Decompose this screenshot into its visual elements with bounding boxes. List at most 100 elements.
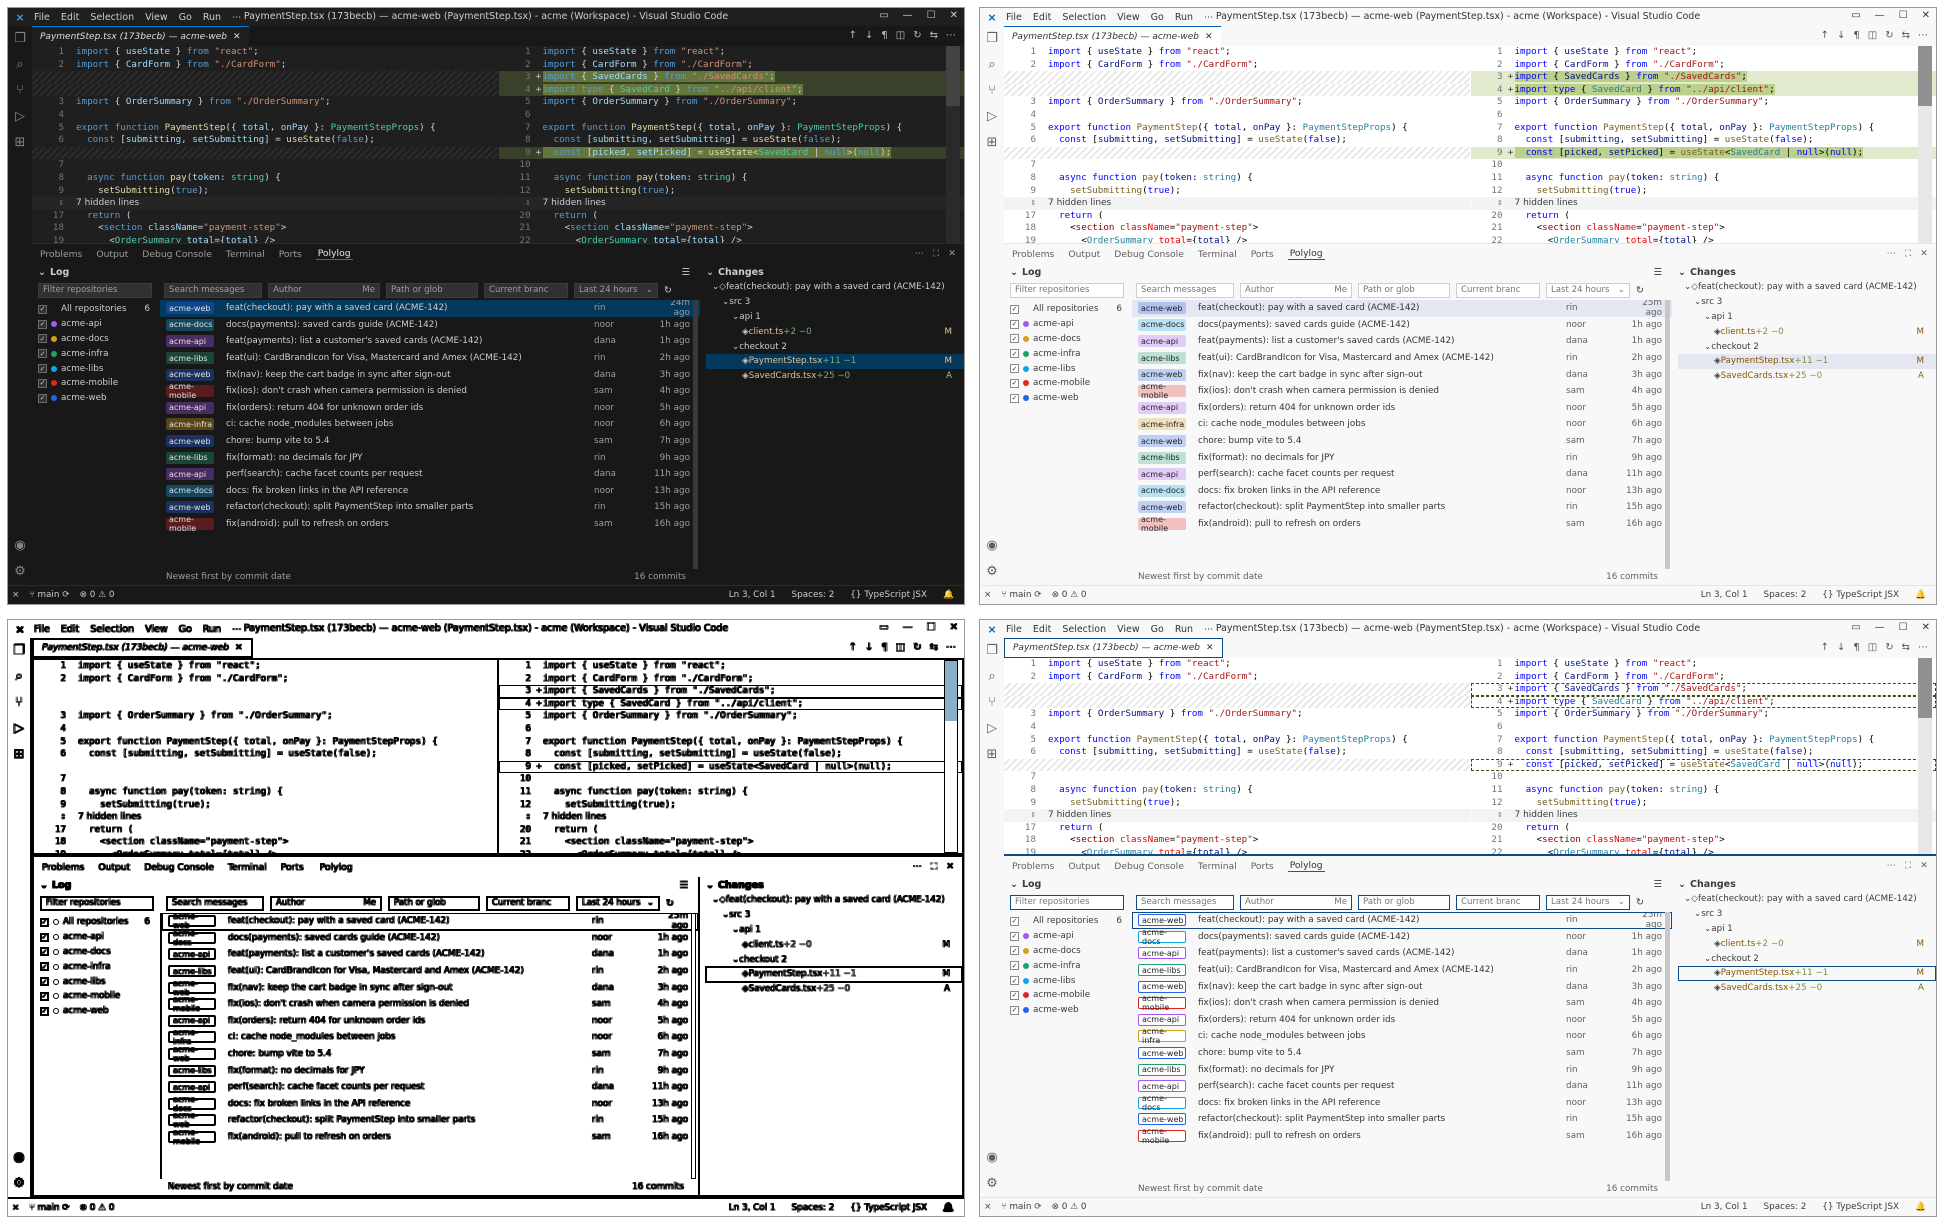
panel-tab-ports[interactable]: Ports	[281, 862, 304, 873]
code-line[interactable]: 19 <OrderSummary total={total} />	[32, 235, 498, 243]
panel-tab-terminal[interactable]: Terminal	[1198, 249, 1237, 260]
code-line[interactable]: 8 async function pay(token: string) {	[1004, 172, 1470, 185]
inline-view-icon[interactable]: ◫	[896, 30, 905, 41]
time-range-select[interactable]: Last 24 hours ⌄	[574, 282, 658, 298]
commit-row[interactable]: acme-mobile fix(ios): don't crash when ca…	[1132, 382, 1672, 400]
code-line[interactable]: 4 + import type { SavedCard } from "../api…	[498, 83, 964, 97]
diff-original-pane[interactable]: 1 import { useState } from "react"; 2 impor…	[32, 46, 498, 243]
panel-tab-debug-console[interactable]: Debug Console	[144, 862, 214, 873]
source-control-icon[interactable]: ⑂	[988, 696, 996, 710]
hidden-lines-toggle[interactable]: ⇕ 7 hidden lines	[1004, 197, 1470, 210]
changes-header[interactable]: ⌄ Changes	[706, 877, 962, 893]
code-line[interactable]: 7 export function PaymentStep({ total, on…	[499, 122, 965, 135]
changed-file-item[interactable]: ◈ SavedCards.tsx +25 −0 A	[706, 369, 964, 384]
code-line[interactable]: 10	[1471, 771, 1937, 784]
code-line[interactable]: 5 export function PaymentStep({ total, on…	[1004, 734, 1470, 747]
close-icon[interactable]: ✕	[950, 10, 958, 21]
code-line[interactable]: 4 + import type { SavedCard } from "../api…	[1470, 83, 1936, 97]
checkbox-checked-icon[interactable]: ✓	[1010, 334, 1019, 344]
run-debug-icon[interactable]: ▷	[15, 110, 25, 124]
menu-item[interactable]: Selection	[1062, 624, 1106, 635]
code-line[interactable]: 20 return (	[499, 210, 965, 223]
code-line[interactable]: 2 import { CardForm } from "./CardForm";	[1004, 59, 1470, 72]
author-input[interactable]: Author Me	[270, 895, 382, 911]
commit-row[interactable]: acme-api feat(payments): list a customer'…	[162, 946, 698, 963]
code-line[interactable]: 4 + import type { SavedCard } from "../api…	[1470, 695, 1936, 709]
code-line[interactable]: 5 export function PaymentStep({ total, on…	[34, 736, 497, 749]
repo-filter-item[interactable]: ✓ acme-api	[1010, 317, 1126, 332]
menu-item[interactable]: Selection	[90, 12, 134, 23]
commit-row[interactable]: acme-libs fix(format): no decimals for JP…	[162, 1062, 698, 1079]
repo-filter-item[interactable]: ✓ acme-mobile	[1010, 988, 1126, 1003]
commit-row[interactable]: acme-web chore: bump vite to 5.4 sam 7h ago	[160, 433, 700, 450]
refresh-icon[interactable]: ↻	[664, 285, 672, 296]
checkbox-checked-icon[interactable]: ✓	[38, 364, 47, 374]
code-line[interactable]: 8 const [submitting, setSubmitting] = us…	[1471, 134, 1937, 147]
repo-filter-item[interactable]: ✓ acme-web	[1010, 1003, 1126, 1018]
commit-row[interactable]: acme-mobile fix(android): pull to refresh…	[1132, 1127, 1672, 1145]
code-line[interactable]: 9 setSubmitting(true);	[1004, 797, 1470, 810]
commit-row[interactable]: acme-web chore: bump vite to 5.4 sam 7h ago	[1132, 1045, 1672, 1062]
settings-gear-icon[interactable]: ⚙	[986, 565, 998, 579]
next-change-icon[interactable]: ↓	[1837, 642, 1845, 653]
commit-row[interactable]: acme-web feat(checkout): pay with a saved…	[1132, 300, 1672, 318]
explorer-icon[interactable]: ❐	[986, 32, 998, 46]
commit-row[interactable]: acme-api fix(orders): return 404 for unkn…	[160, 400, 700, 417]
code-line[interactable]: 20 return (	[1471, 822, 1937, 835]
refresh-icon[interactable]: ↻	[1636, 897, 1644, 908]
editor-minimap[interactable]	[946, 46, 960, 243]
log-header[interactable]: ⌄ Log ☰	[32, 264, 700, 280]
close-panel-icon[interactable]: ✕	[948, 248, 956, 259]
editor-tab[interactable]: PaymentStep.tsx (173becb) — acme-web ✕	[32, 26, 249, 46]
code-line[interactable]: 17 return (	[32, 210, 498, 223]
filter-repositories-input[interactable]: Filter repositories	[40, 895, 154, 911]
code-line[interactable]: 3 + import { SavedCards } from "./SavedCar…	[1470, 71, 1936, 84]
commit-row[interactable]: acme-libs fix(format): no decimals for JP…	[1132, 1061, 1672, 1078]
filter-repositories-input[interactable]: Filter repositories	[1010, 282, 1124, 298]
checkbox-checked-icon[interactable]: ✓	[1010, 916, 1019, 926]
code-line[interactable]: 8 async function pay(token: string) {	[1004, 784, 1470, 797]
extensions-icon[interactable]: ⊞	[987, 136, 998, 150]
changes-commit-item[interactable]: ⌄ ◇ feat(checkout): pay with a saved car…	[1678, 892, 1936, 907]
checkbox-checked-icon[interactable]: ✓	[1010, 349, 1019, 359]
code-line[interactable]: 1 import { useState } from "react";	[32, 46, 498, 59]
problems-indicator[interactable]: ⊗ 0 ⚠ 0	[80, 1203, 115, 1213]
menu-item[interactable]: View	[1117, 12, 1140, 23]
me-button[interactable]: Me	[362, 285, 375, 295]
code-line[interactable]: 9 setSubmitting(true);	[34, 799, 497, 812]
whitespace-icon[interactable]: ¶	[881, 30, 887, 41]
menu-item[interactable]: Go	[1151, 624, 1164, 635]
menu-item[interactable]: File	[1006, 624, 1022, 635]
close-icon[interactable]: ✕	[1205, 32, 1213, 42]
panel-tab-output[interactable]: Output	[98, 862, 130, 873]
checkbox-checked-icon[interactable]: ✓	[38, 378, 47, 388]
commit-row[interactable]: acme-infra ci: cache node_modules between…	[1132, 1027, 1672, 1045]
commit-row[interactable]: acme-web refactor(checkout): split Paymen…	[1132, 499, 1672, 516]
repo-filter-item[interactable]: ✓ acme-docs	[38, 332, 154, 347]
commit-row[interactable]: acme-web fix(nav): keep the cart badge in…	[160, 366, 700, 383]
commit-row[interactable]: acme-web fix(nav): keep the cart badge in…	[1132, 978, 1672, 995]
more-actions-icon[interactable]: ⋯	[946, 30, 956, 41]
code-line[interactable]: 3 import { OrderSummary } from "./OrderSu…	[34, 710, 497, 723]
code-line[interactable]: 22 <OrderSummary total={total} />	[499, 849, 962, 853]
code-line[interactable]: 2 import { CardForm } from "./CardForm";	[32, 59, 498, 72]
checkbox-checked-icon[interactable]: ✓	[40, 917, 49, 927]
layout-toggle-icon[interactable]: ▭	[1851, 622, 1860, 633]
commit-row[interactable]: acme-api perf(search): cache facet counts…	[1132, 1078, 1672, 1095]
commit-row[interactable]: acme-docs docs: fix broken links in the A…	[162, 1095, 698, 1113]
checkbox-checked-icon[interactable]: ✓	[1010, 319, 1019, 329]
menu-item[interactable]: View	[145, 12, 168, 23]
cursor-position[interactable]: Ln 3, Col 1	[1701, 590, 1748, 600]
commit-row[interactable]: acme-api feat(payments): list a customer'…	[1132, 945, 1672, 962]
code-line[interactable]: 4 + import type { SavedCard } from "../api…	[499, 697, 962, 711]
checkbox-checked-icon[interactable]: ✓	[1010, 990, 1019, 1000]
panel-tab-ports[interactable]: Ports	[1251, 861, 1274, 872]
diff-original-pane[interactable]: 1 import { useState } from "react"; 2 impor…	[1004, 46, 1470, 243]
code-line[interactable]: 12 setSubmitting(true);	[1471, 797, 1937, 810]
menu-item[interactable]: File	[34, 12, 50, 23]
folder-item[interactable]: ⌄ src 3	[706, 295, 964, 310]
code-line[interactable]: 8 const [submitting, setSubmitting] = us…	[499, 134, 965, 147]
code-line[interactable]: 2 import { CardForm } from "./CardForm";	[1471, 59, 1937, 72]
more-actions-icon[interactable]: ⋯	[915, 248, 924, 259]
hidden-lines-toggle[interactable]: ⇕ 7 hidden lines	[499, 811, 962, 824]
